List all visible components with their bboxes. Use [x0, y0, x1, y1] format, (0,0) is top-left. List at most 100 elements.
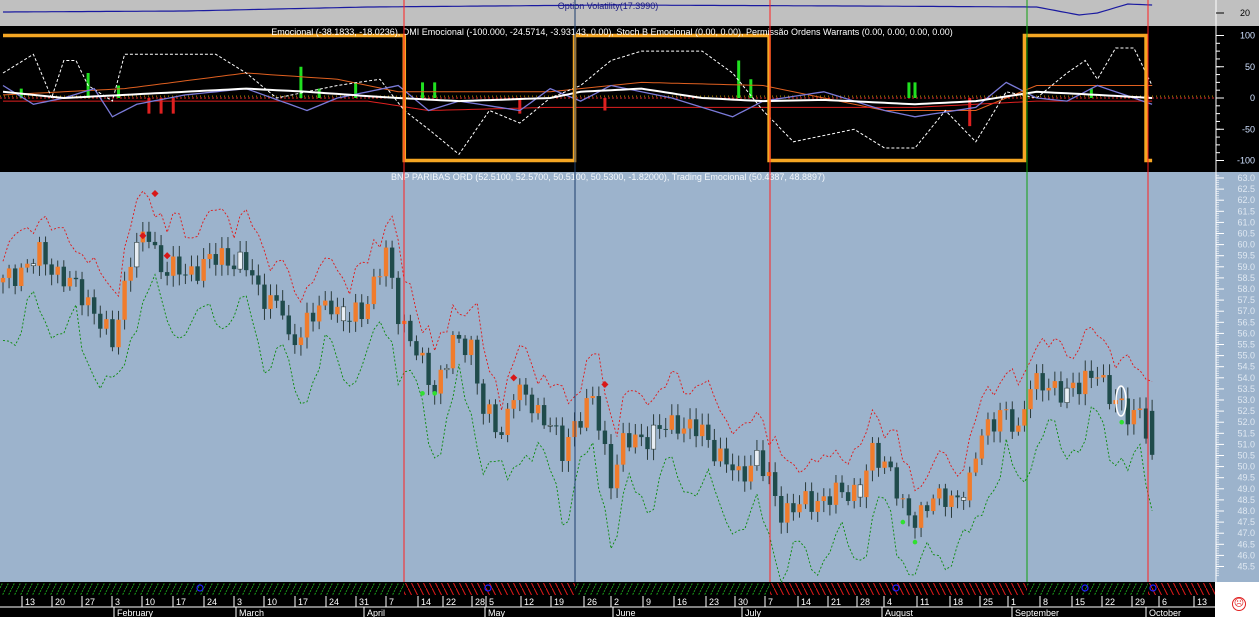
month-label: October	[1149, 608, 1181, 617]
buy-marker	[900, 519, 906, 525]
candle-body	[1131, 410, 1137, 425]
candle-body	[724, 448, 729, 465]
candle-body	[1052, 381, 1058, 388]
candle-body	[250, 270, 255, 276]
candle-body	[529, 394, 535, 414]
day-label: 10	[267, 597, 277, 607]
candle-body	[49, 264, 54, 275]
candle-body	[128, 266, 133, 281]
candle-body	[408, 320, 413, 342]
y-tick-label: 57.0	[1237, 306, 1255, 316]
day-label: 14	[421, 597, 431, 607]
y-tick-label: 55.5	[1237, 340, 1255, 350]
candle-body	[61, 266, 66, 287]
candle-body	[1058, 381, 1064, 403]
candle-body	[797, 504, 802, 513]
candle-body	[742, 466, 747, 482]
candle-body	[1040, 373, 1045, 391]
y-tick-label: 48.0	[1237, 506, 1255, 516]
candle-body	[438, 369, 443, 394]
candle-body	[213, 254, 218, 265]
candle-body	[931, 498, 936, 512]
candle-body	[754, 450, 760, 466]
y-tick-label: 50.5	[1237, 451, 1255, 461]
candle-body	[1095, 377, 1100, 379]
candle-body	[43, 242, 48, 265]
candle-body	[687, 419, 693, 429]
candle-body	[256, 275, 261, 285]
day-label: 4	[887, 597, 892, 607]
day-label: 1	[1011, 597, 1016, 607]
candle-body	[1119, 398, 1124, 401]
day-label: 27	[85, 597, 95, 607]
candle-body	[371, 276, 377, 305]
month-label: March	[239, 608, 264, 617]
candle-body	[55, 266, 60, 275]
y-tick-label: 62.5	[1237, 184, 1255, 194]
sad-face-icon[interactable]: ☹	[1232, 597, 1246, 611]
candle-body	[274, 295, 279, 301]
candle-body	[450, 334, 456, 369]
candle-body	[578, 421, 583, 428]
candle-body	[967, 472, 972, 501]
day-label: 25	[983, 597, 993, 607]
candle-body	[164, 272, 170, 276]
candle-body	[396, 277, 401, 325]
day-label: 24	[207, 597, 217, 607]
trading-chart[interactable]: 20 Option Volatility(17.3990) 100 50 0 -50 -10…	[0, 0, 1259, 617]
candle-body	[225, 248, 231, 266]
candle-body	[651, 424, 657, 450]
candle-body	[633, 434, 638, 448]
candle-body	[280, 300, 285, 316]
candle-body	[809, 491, 814, 512]
candle-body	[183, 274, 188, 276]
candle-body	[134, 242, 140, 268]
day-label: 5	[489, 597, 494, 607]
candle-body	[1107, 375, 1112, 405]
candle-body	[791, 503, 796, 513]
candle-body	[1149, 410, 1155, 455]
candle-body	[766, 472, 772, 477]
candle-body	[736, 466, 741, 471]
candle-body	[493, 404, 498, 433]
candlestick[interactable]	[450, 331, 456, 374]
candle-body	[1034, 373, 1039, 390]
candle-body	[511, 400, 516, 409]
candle-body	[700, 424, 705, 437]
day-label: 20	[55, 597, 65, 607]
month-label: September	[1015, 608, 1059, 617]
day-label: 28	[475, 597, 485, 607]
candle-body	[1137, 408, 1143, 411]
candle-body	[888, 461, 893, 468]
day-label: 7	[389, 597, 394, 607]
candle-body	[316, 305, 322, 322]
candle-body	[487, 404, 492, 414]
y-tick-label: 52.0	[1237, 417, 1255, 427]
candle-body	[323, 300, 328, 306]
candle-body	[973, 458, 978, 473]
y-tick-label: 100	[1240, 31, 1255, 41]
day-label: 13	[1197, 597, 1207, 607]
candle-body	[918, 505, 924, 528]
candle-body	[602, 430, 608, 445]
candle-body	[1076, 382, 1082, 395]
y-tick-label: 48.5	[1237, 495, 1255, 505]
day-label: 18	[953, 597, 963, 607]
y-tick-label: 46.5	[1237, 539, 1255, 549]
candle-body	[1101, 375, 1106, 378]
candle-body	[171, 256, 176, 276]
candle-body	[389, 247, 395, 278]
candle-body	[67, 277, 73, 287]
y-tick-label: 58.0	[1237, 284, 1255, 294]
day-label: 30	[738, 597, 748, 607]
candle-body	[152, 241, 158, 246]
candle-body	[19, 267, 24, 286]
candle-body	[481, 383, 486, 414]
candle-body	[122, 280, 127, 320]
candle-body	[37, 242, 42, 266]
candle-body	[833, 482, 839, 505]
candle-body	[231, 265, 237, 270]
y-tick-label: 47.0	[1237, 528, 1255, 538]
buy-marker	[420, 391, 425, 396]
candle-body	[949, 495, 954, 507]
